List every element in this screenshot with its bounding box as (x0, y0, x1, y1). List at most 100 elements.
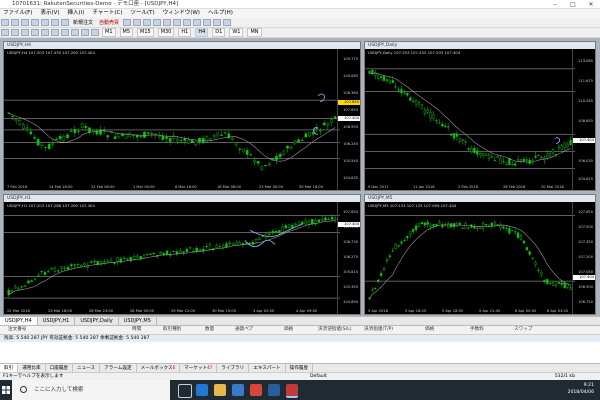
candle-chart-icon[interactable] (133, 19, 142, 26)
indicators-icon[interactable] (203, 19, 212, 26)
navigator-icon[interactable] (41, 19, 49, 26)
timeframe-d1[interactable]: D1 (212, 28, 226, 37)
menu-help[interactable]: ヘルプ(H) (208, 9, 233, 18)
timeframe-h1[interactable]: H1 (178, 28, 192, 37)
arrows-icon[interactable] (91, 29, 99, 36)
templates-icon[interactable] (223, 19, 232, 26)
annotation-mark (313, 127, 319, 135)
price-plot-h1[interactable] (4, 202, 340, 315)
chart-window-m5[interactable]: USDJPY,M5 USDJPY,M5 107.133 107.133 107.… (364, 194, 596, 315)
app-icon[interactable] (250, 384, 262, 396)
store-icon[interactable] (232, 384, 244, 396)
edge-browser-icon[interactable] (196, 384, 208, 396)
candle (546, 279, 549, 284)
candle (320, 219, 324, 221)
menu-file[interactable]: ファイル(F) (3, 9, 32, 18)
metatrader-icon[interactable] (286, 384, 298, 398)
tile-windows-icon[interactable] (173, 19, 182, 26)
candle (264, 165, 267, 166)
text-icon[interactable] (71, 29, 79, 36)
column-header[interactable]: 時間 (132, 326, 141, 334)
label-icon[interactable] (81, 29, 89, 36)
line-chart-icon[interactable] (143, 19, 152, 26)
price-plot-m5[interactable] (365, 202, 575, 315)
fibonacci-icon[interactable] (61, 29, 69, 36)
column-header[interactable]: 取引種別 (163, 326, 181, 334)
candle (327, 219, 330, 220)
timeframe-h4[interactable]: H4 (195, 28, 209, 37)
column-header[interactable]: 通貨ペア (235, 326, 253, 334)
new-order-button[interactable]: 新規注文 (73, 18, 93, 28)
candle (297, 139, 300, 142)
timeframe-mn[interactable]: MN (247, 28, 262, 37)
timeframe-m5[interactable]: M5 (119, 28, 133, 37)
price-plot-daily[interactable] (365, 49, 575, 191)
crosshair-icon[interactable] (11, 29, 19, 36)
windows-start-icon[interactable] (2, 386, 10, 394)
timeframe-m30[interactable]: M30 (157, 28, 175, 37)
candle (268, 233, 271, 235)
trendline-icon[interactable] (41, 29, 49, 36)
column-header[interactable]: 注文番号 (8, 326, 26, 334)
market-watch-icon[interactable] (21, 19, 29, 26)
bar-chart-icon[interactable] (123, 19, 132, 26)
candle (56, 270, 60, 272)
candle (449, 134, 453, 136)
candle (254, 238, 258, 243)
candle (249, 154, 253, 156)
time-label: 22 Mar 2018 (7, 309, 30, 313)
zoom-in-icon[interactable] (153, 19, 162, 26)
timeframe-w1[interactable]: W1 (229, 28, 244, 37)
chart-window-h1[interactable]: USDJPY,H1 USDJPY,H1 107.203 107.268 107.… (3, 194, 361, 315)
candle (274, 231, 278, 233)
cursor-icon[interactable] (1, 29, 9, 36)
column-header[interactable]: 決済逆指値(S/L) (318, 326, 352, 334)
periods-icon[interactable] (213, 19, 222, 26)
column-header[interactable]: 決済指値(T/P) (364, 326, 393, 334)
maximize-button[interactable]: □ (564, 0, 582, 9)
vertical-line-icon[interactable] (21, 29, 29, 36)
terminal-icon[interactable] (51, 19, 59, 26)
price-label: 113.085 (578, 59, 593, 63)
auto-trade-button[interactable]: 自動売買 (99, 18, 119, 28)
profiles-icon[interactable] (11, 19, 19, 26)
tester-icon[interactable] (61, 19, 69, 26)
price-plot-h4[interactable] (4, 49, 340, 191)
chart-title-h4: USDJPY,H4 (4, 42, 360, 49)
horizontal-line-icon[interactable] (31, 29, 39, 36)
file-explorer-icon[interactable] (214, 384, 226, 396)
column-header[interactable]: 手数料 (470, 326, 484, 334)
price-label: 110.265 (578, 99, 593, 103)
timeframe-m15[interactable]: M15 (137, 28, 154, 37)
zoom-out-icon[interactable] (163, 19, 172, 26)
chart-window-h4[interactable]: USDJPY,H4 USDJPY,H4 107.203 107.435 107.… (3, 41, 361, 191)
new-chart-icon[interactable] (1, 19, 9, 26)
column-header[interactable]: 価格 (284, 326, 293, 334)
candle (152, 252, 156, 254)
data-window-icon[interactable] (31, 19, 39, 26)
menu-tools[interactable]: ツール(T) (131, 9, 155, 18)
candle (188, 247, 192, 249)
candle (271, 231, 274, 234)
timeframe-m1[interactable]: M1 (102, 28, 116, 37)
chart-shift-icon[interactable] (193, 19, 202, 26)
task-view-icon[interactable] (178, 384, 192, 398)
column-header[interactable]: 数量 (205, 326, 214, 334)
balance-row[interactable]: 残高: 5 540 287 JPY 有効証拠金: 5 540 287 余剰証拠金… (0, 335, 600, 342)
auto-scroll-icon[interactable] (183, 19, 192, 26)
menu-window[interactable]: ウィンドウ(W) (163, 9, 200, 18)
time-label: 22 Feb 08:00 (91, 185, 115, 189)
minimize-button[interactable]: – (546, 0, 564, 9)
chart-window-daily[interactable]: USDJPY,Daily USDJPY,Daily 107.203 107.43… (364, 41, 596, 191)
close-button[interactable]: ✕ (582, 0, 600, 9)
column-header[interactable]: スワップ (514, 326, 532, 334)
search-box[interactable]: ここに入力して検索 (12, 380, 170, 400)
app-icon[interactable] (268, 384, 280, 396)
menu-view[interactable]: 表示(V) (40, 9, 59, 18)
channel-icon[interactable] (51, 29, 59, 36)
candle (560, 145, 563, 150)
candle (84, 126, 88, 128)
candle (242, 148, 245, 152)
candle (185, 249, 189, 252)
column-header[interactable]: 価格 (425, 326, 434, 334)
